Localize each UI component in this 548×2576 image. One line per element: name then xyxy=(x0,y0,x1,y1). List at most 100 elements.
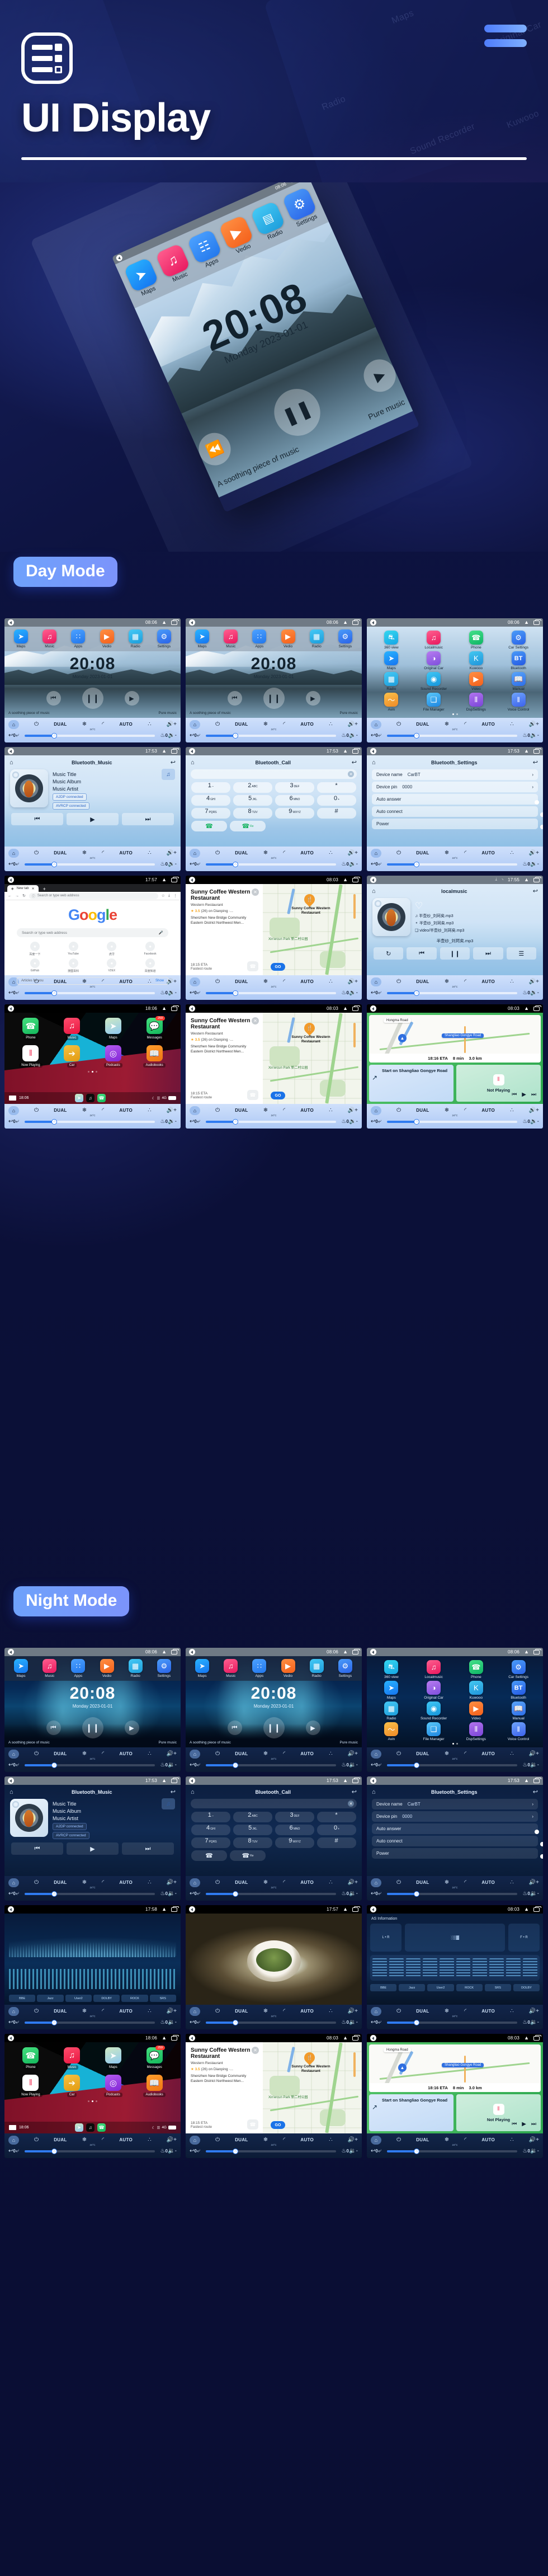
settings-row[interactable]: Device pin 0000 › xyxy=(372,1811,538,1822)
fan-speed-slider[interactable]: ∴ xyxy=(205,2019,336,2025)
chevron-up-icon[interactable]: ▲ xyxy=(162,1907,167,1912)
settings-row[interactable]: Auto connect xyxy=(372,806,538,817)
chevron-up-icon[interactable]: ▲ xyxy=(524,1907,529,1912)
recents-icon[interactable] xyxy=(533,1906,541,1912)
dock-item-music[interactable]: ♫ Music xyxy=(155,243,192,285)
back-icon[interactable] xyxy=(189,1906,195,1912)
dialpad-key-9[interactable]: 9 WXYZ xyxy=(275,808,314,819)
fan-speed-knob[interactable]: ∴ xyxy=(233,2019,239,2025)
dialpad-key-5[interactable]: 5 JKL xyxy=(233,1825,272,1835)
back-icon[interactable] xyxy=(189,1778,195,1784)
fan-speed-slider[interactable]: ∴ xyxy=(386,1891,517,1897)
fan-speed-knob[interactable]: ∴ xyxy=(414,1891,420,1897)
seat-heater-icon[interactable]: ♨ xyxy=(160,2148,166,2154)
dialpad-key-1[interactable]: 1 -- xyxy=(191,1812,230,1822)
home-icon[interactable]: ⌂ xyxy=(372,759,376,766)
dialpad-key-6[interactable]: 6 MNO xyxy=(275,795,314,806)
seat-position-icon[interactable]: ⤶ xyxy=(197,1891,200,1897)
dual-button[interactable]: DUAL xyxy=(235,2009,248,2014)
volume-up-icon[interactable]: 🔊+ xyxy=(167,2008,177,2014)
defrost-icon[interactable]: ◜ xyxy=(283,721,285,727)
fan-icon[interactable]: ∴ xyxy=(148,1107,151,1113)
page-dot[interactable] xyxy=(92,2100,93,2102)
recents-icon[interactable] xyxy=(171,619,179,625)
fan-icon[interactable]: ∴ xyxy=(148,1879,151,1886)
power-icon[interactable]: ⏻ xyxy=(215,721,220,727)
dual-button[interactable]: DUAL xyxy=(54,850,67,855)
defrost-icon[interactable]: ◜ xyxy=(464,1107,466,1113)
app-icon-voice-control[interactable]: ‖ Voice Control xyxy=(500,693,536,712)
volume-up-icon[interactable]: 🔊+ xyxy=(167,1879,177,1886)
back-icon[interactable] xyxy=(189,1005,195,1012)
back-button[interactable]: ↩ xyxy=(371,1762,375,1768)
power-icon[interactable]: ⏻ xyxy=(396,1879,401,1886)
seat-position-icon[interactable]: ⤶ xyxy=(16,1891,19,1897)
fan-speed-knob[interactable]: ∴ xyxy=(233,1118,239,1125)
auto-button[interactable]: AUTO xyxy=(300,850,314,855)
dialpad-key-4[interactable]: 4 GHI xyxy=(191,1825,230,1835)
volume-down-icon[interactable]: 🔉- xyxy=(168,732,177,739)
auto-button[interactable]: AUTO xyxy=(119,1108,133,1113)
previous-track-button[interactable]: ⏮ xyxy=(512,2121,517,2127)
defrost-icon[interactable]: ◜ xyxy=(102,721,104,727)
fan-speed-slider[interactable]: ∴ xyxy=(24,1118,155,1125)
fan-speed-slider[interactable]: ∴ xyxy=(386,2148,517,2154)
play-button[interactable]: ▶ xyxy=(67,1842,119,1855)
volume-up-icon[interactable]: 🔊+ xyxy=(348,721,358,727)
back-button[interactable]: ↩ xyxy=(190,2019,194,2025)
dock-item-apps[interactable]: ∷ Apps xyxy=(66,1659,91,1678)
dock-item-apps[interactable]: ∷ Apps xyxy=(66,629,91,648)
eq-preset-jazz[interactable]: Jazz xyxy=(37,1995,64,2002)
app-library-icon[interactable] xyxy=(9,1096,16,1101)
recents-icon[interactable] xyxy=(352,1777,360,1783)
app-icon-avin[interactable]: 〜 Avin xyxy=(374,1722,409,1741)
dual-button[interactable]: DUAL xyxy=(54,1108,67,1113)
previous-track-button[interactable]: ⏮ xyxy=(46,1721,61,1735)
fan-speed-knob[interactable]: ∴ xyxy=(414,2148,420,2154)
app-icon-sound-recorder[interactable]: ◉ Sound Recorder xyxy=(416,672,452,691)
fan-icon[interactable]: ∴ xyxy=(148,850,151,856)
snowflake-icon[interactable]: ❄ xyxy=(445,1751,449,1757)
next-track-button[interactable]: ▶ xyxy=(124,691,139,706)
fan-speed-slider[interactable]: ∴ xyxy=(205,1762,336,1768)
fan-speed-knob[interactable]: ∴ xyxy=(414,1118,420,1125)
app-icon-original-car[interactable]: ◑ Original Car xyxy=(416,651,452,670)
dialpad-key-#[interactable]: # xyxy=(317,808,356,819)
dock-item-radio[interactable]: ▦ Radio xyxy=(123,629,148,648)
app-icon-radio[interactable]: ▦ Radio xyxy=(374,1701,409,1721)
back-icon[interactable] xyxy=(8,877,14,883)
back-icon[interactable]: ↩ xyxy=(352,1788,357,1795)
recents-icon[interactable] xyxy=(533,1777,541,1783)
eq-preset-user2[interactable]: User2 xyxy=(427,1984,454,1991)
seat-heater-icon[interactable]: ♨ xyxy=(342,990,347,996)
phone-icon[interactable]: ☎ xyxy=(97,1094,106,1102)
snowflake-icon[interactable]: ❄ xyxy=(82,850,87,856)
recents-icon[interactable] xyxy=(171,1906,179,1912)
page-dot[interactable] xyxy=(456,713,458,715)
fan-speed-slider[interactable]: ∴ xyxy=(205,2148,336,2154)
chevron-up-icon[interactable]: ▲ xyxy=(162,2036,167,2041)
fan-speed-knob[interactable]: ∴ xyxy=(414,732,420,739)
dock-item-maps[interactable]: ➤ Maps xyxy=(9,1659,34,1678)
recents-icon[interactable] xyxy=(533,748,541,754)
menu-icon[interactable]: ⋮ xyxy=(173,894,177,898)
call-button[interactable]: ☎ xyxy=(247,961,258,971)
volume-down-icon[interactable]: 🔉- xyxy=(168,1762,177,1768)
dual-button[interactable]: DUAL xyxy=(54,1751,67,1756)
app-icon-manual[interactable]: 📖 Manual xyxy=(500,1701,536,1721)
dialpad-key-4[interactable]: 4 GHI xyxy=(191,795,230,806)
eq-band-slider[interactable] xyxy=(422,1958,437,1977)
home-icon[interactable]: ⌂ xyxy=(10,759,13,766)
eq-preset-bbe[interactable]: BBE xyxy=(370,1984,397,1991)
fan-icon[interactable]: ∴ xyxy=(510,979,513,985)
back-icon[interactable] xyxy=(370,619,376,626)
bookmark-icon[interactable]: ☆ xyxy=(162,894,165,898)
dock-item-apps[interactable]: ∷ Apps xyxy=(247,1659,272,1678)
seat-heater-icon[interactable]: ♨ xyxy=(160,990,166,996)
fan-icon[interactable]: ∴ xyxy=(329,2137,332,2143)
home-button[interactable]: ⌂ xyxy=(190,1749,200,1759)
volume-up-icon[interactable]: 🔊+ xyxy=(348,2137,358,2143)
carplay-app-audiobooks[interactable]: 📖 Audiobooks xyxy=(137,1045,172,1068)
go-button[interactable]: GO xyxy=(271,963,285,971)
seat-position-icon[interactable]: ⤶ xyxy=(16,990,19,996)
